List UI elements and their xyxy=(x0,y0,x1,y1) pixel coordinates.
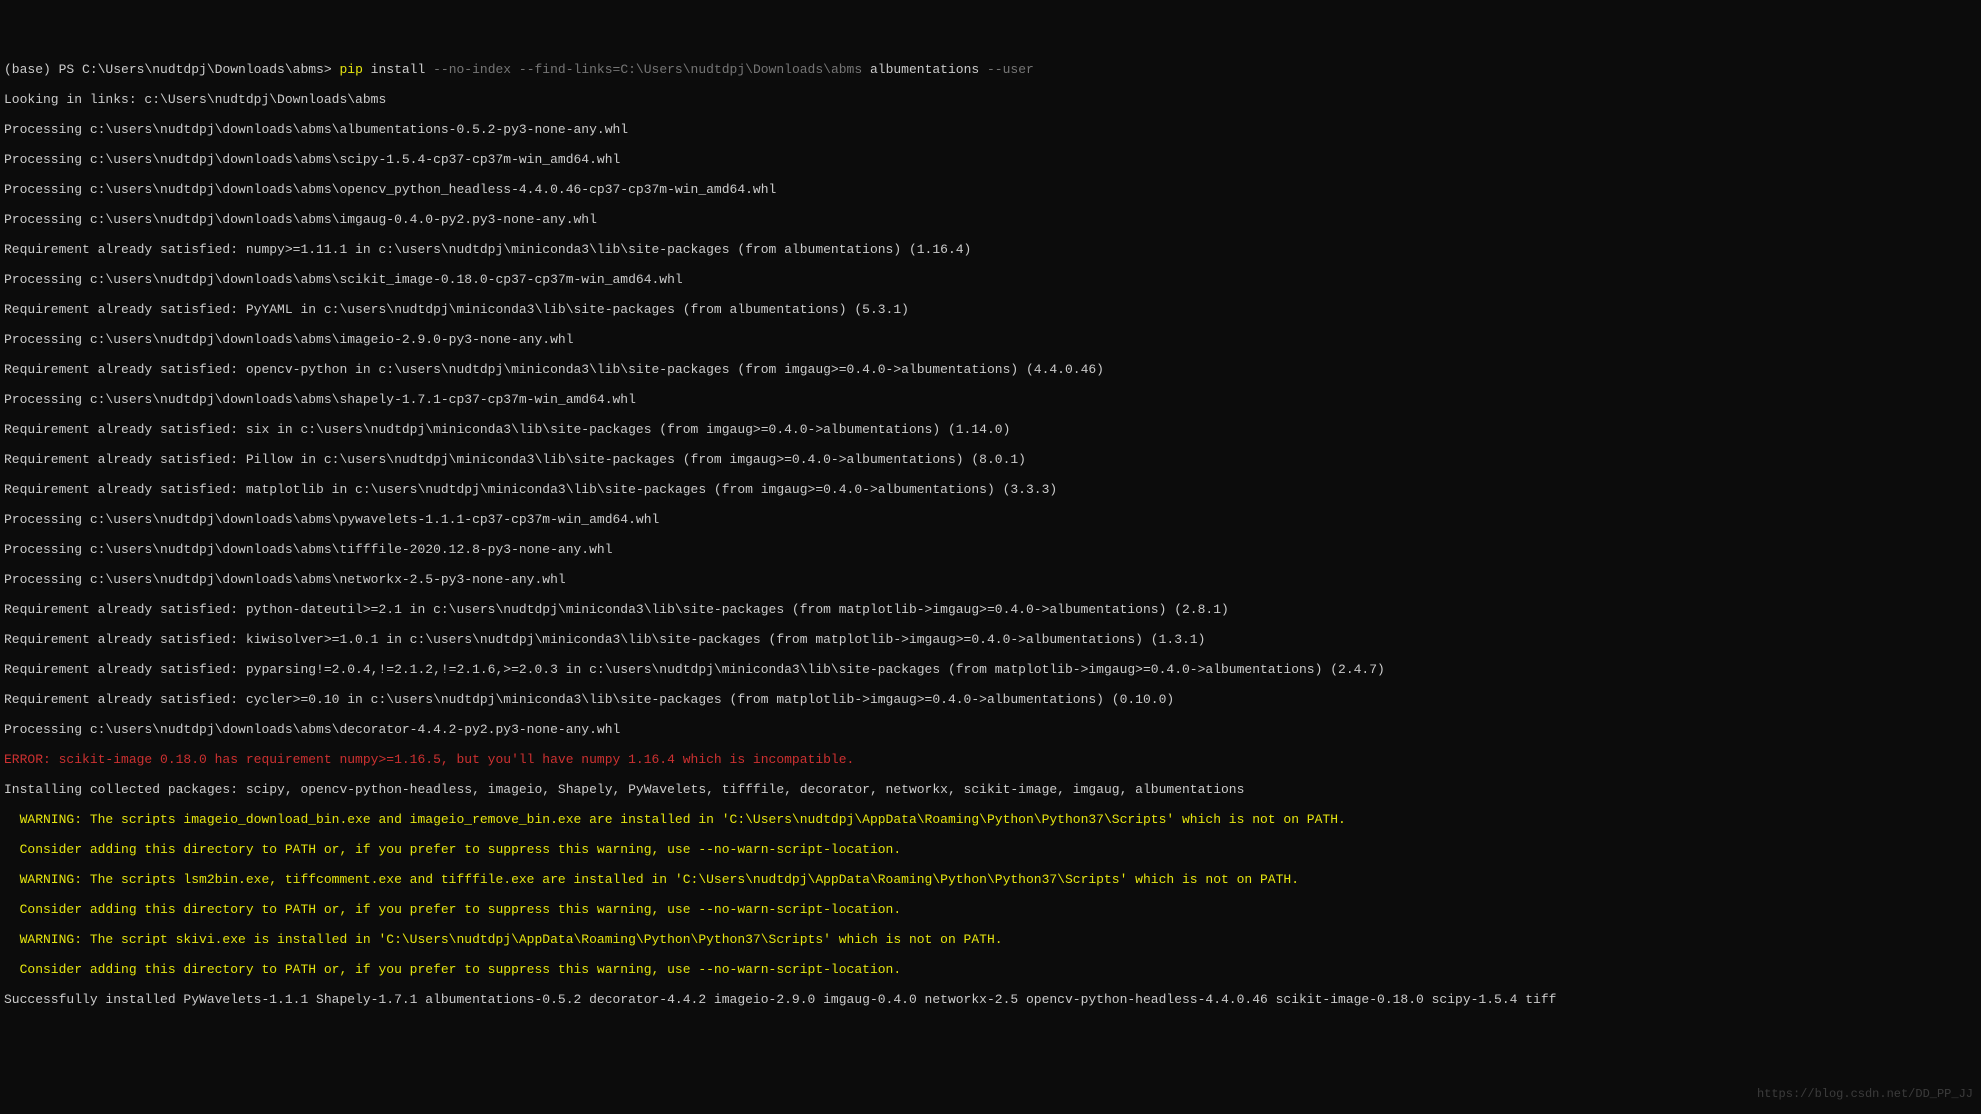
watermark-text: https://blog.csdn.net/DD_PP_JJ xyxy=(1757,1087,1973,1102)
warning-line: Consider adding this directory to PATH o… xyxy=(4,962,1977,977)
cmd-install: install xyxy=(363,62,433,77)
cmd-user: --user xyxy=(987,62,1034,77)
output-line: Requirement already satisfied: PyYAML in… xyxy=(4,302,1977,317)
output-line: Requirement already satisfied: matplotli… xyxy=(4,482,1977,497)
output-line: Requirement already satisfied: numpy>=1.… xyxy=(4,242,1977,257)
cmd-flags: --no-index --find-links=C:\Users\nudtdpj… xyxy=(433,62,870,77)
warning-line: Consider adding this directory to PATH o… xyxy=(4,842,1977,857)
output-line: Requirement already satisfied: Pillow in… xyxy=(4,452,1977,467)
output-line: Processing c:\users\nudtdpj\downloads\ab… xyxy=(4,542,1977,557)
output-line: Processing c:\users\nudtdpj\downloads\ab… xyxy=(4,272,1977,287)
output-line: Requirement already satisfied: six in c:… xyxy=(4,422,1977,437)
output-line: Processing c:\users\nudtdpj\downloads\ab… xyxy=(4,152,1977,167)
output-line: Processing c:\users\nudtdpj\downloads\ab… xyxy=(4,182,1977,197)
warning-line: Consider adding this directory to PATH o… xyxy=(4,902,1977,917)
output-line: Requirement already satisfied: python-da… xyxy=(4,602,1977,617)
cmd-pkg: albumentations xyxy=(870,62,987,77)
output-line: Looking in links: c:\Users\nudtdpj\Downl… xyxy=(4,92,1977,107)
output-line: Processing c:\users\nudtdpj\downloads\ab… xyxy=(4,122,1977,137)
output-line: Installing collected packages: scipy, op… xyxy=(4,782,1977,797)
prompt-env: (base) xyxy=(4,62,59,77)
output-line: Processing c:\users\nudtdpj\downloads\ab… xyxy=(4,332,1977,347)
terminal-prompt-line[interactable]: (base) PS C:\Users\nudtdpj\Downloads\abm… xyxy=(4,62,1977,77)
warning-line: WARNING: The scripts imageio_download_bi… xyxy=(4,812,1977,827)
warning-line: WARNING: The scripts lsm2bin.exe, tiffco… xyxy=(4,872,1977,887)
output-line: Requirement already satisfied: opencv-py… xyxy=(4,362,1977,377)
success-line: Successfully installed PyWavelets-1.1.1 … xyxy=(4,992,1977,1007)
error-line: ERROR: scikit-image 0.18.0 has requireme… xyxy=(4,752,1977,767)
output-line: Processing c:\users\nudtdpj\downloads\ab… xyxy=(4,722,1977,737)
output-line: Requirement already satisfied: pyparsing… xyxy=(4,662,1977,677)
output-line: Processing c:\users\nudtdpj\downloads\ab… xyxy=(4,572,1977,587)
output-line: Requirement already satisfied: cycler>=0… xyxy=(4,692,1977,707)
output-line: Processing c:\users\nudtdpj\downloads\ab… xyxy=(4,512,1977,527)
prompt-path: C:\Users\nudtdpj\Downloads\abms> xyxy=(82,62,339,77)
cmd-pip: pip xyxy=(339,62,362,77)
output-line: Processing c:\users\nudtdpj\downloads\ab… xyxy=(4,392,1977,407)
output-line: Processing c:\users\nudtdpj\downloads\ab… xyxy=(4,212,1977,227)
warning-line: WARNING: The script skivi.exe is install… xyxy=(4,932,1977,947)
output-line: Requirement already satisfied: kiwisolve… xyxy=(4,632,1977,647)
prompt-shell: PS xyxy=(59,62,82,77)
